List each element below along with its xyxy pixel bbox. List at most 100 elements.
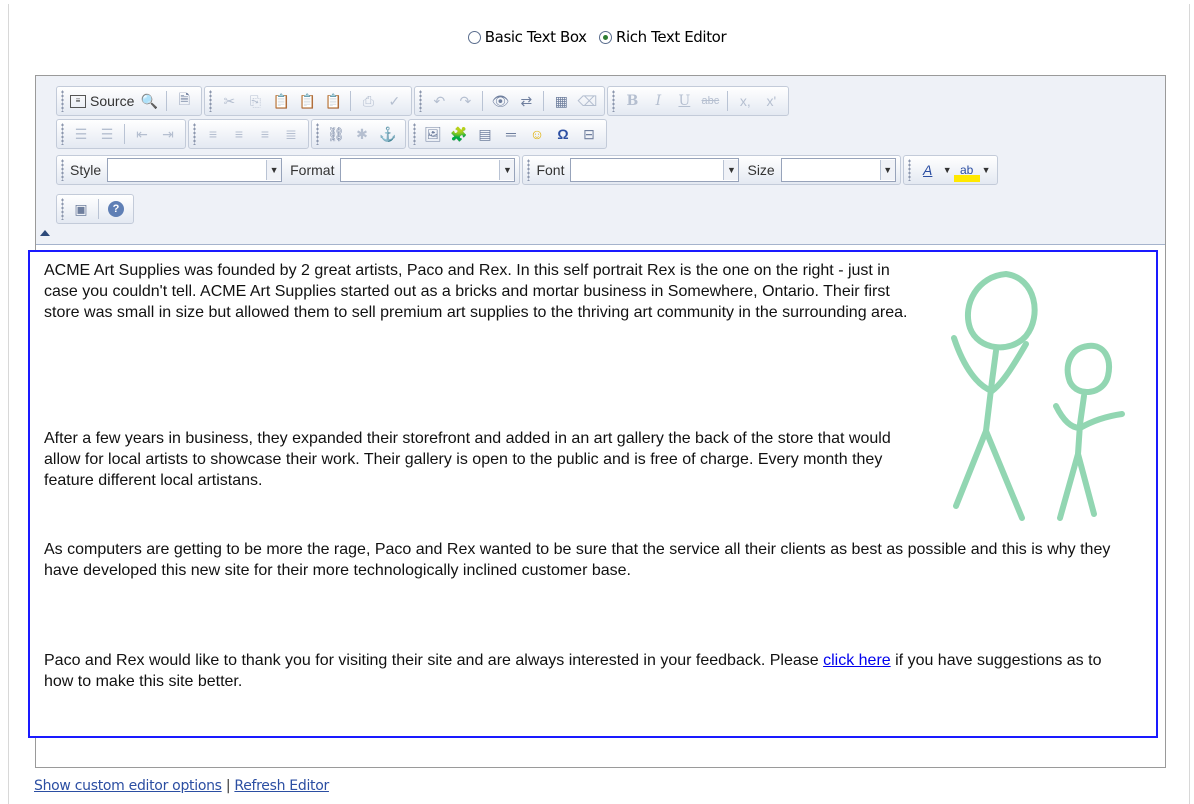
flash-icon: 🧩 [450, 125, 468, 142]
numbered-list-button[interactable]: ☰ [68, 122, 94, 146]
justify-button[interactable]: ≣ [278, 122, 304, 146]
chevron-down-icon[interactable]: ▼ [499, 160, 515, 180]
image-button[interactable]: 🖼 [420, 122, 446, 146]
remove-format-button[interactable]: ⌫ [574, 89, 600, 113]
toolbar-grip[interactable] [209, 90, 213, 112]
toolbar-grip[interactable] [316, 123, 319, 145]
font-group: Font ▼ Size ▼ [522, 155, 901, 185]
editor-content-area[interactable]: ACME Art Supplies was founded by 2 great… [28, 250, 1158, 738]
align-right-button[interactable]: ≡ [252, 122, 278, 146]
font-dropdown[interactable]: ▼ [570, 158, 740, 182]
help-button[interactable]: ? [103, 197, 129, 221]
toolbar-grip[interactable] [61, 90, 64, 112]
underline-button[interactable]: U [671, 89, 697, 113]
subscript-button[interactable]: x, [732, 89, 758, 113]
table-button[interactable]: ▤ [472, 122, 498, 146]
flash-button[interactable]: 🧩 [446, 122, 472, 146]
page-break-button[interactable]: ⊟ [576, 122, 602, 146]
align-left-button[interactable]: ≡ [200, 122, 226, 146]
superscript-button[interactable]: x' [758, 89, 784, 113]
toolbar-grip[interactable] [61, 198, 64, 220]
text-color-button[interactable]: A [915, 158, 941, 182]
indent-button[interactable]: ⇥ [155, 122, 181, 146]
toolbar-grip[interactable] [907, 159, 911, 181]
toolbar-separator [482, 91, 484, 111]
style-value [108, 160, 266, 180]
copy-button[interactable]: ⎘ [242, 89, 268, 113]
preview-button[interactable]: 🔍 [136, 89, 162, 113]
toolbar-grip[interactable] [527, 159, 531, 181]
spellcheck-button[interactable]: ✓ [381, 89, 407, 113]
format-label: Format [290, 162, 335, 178]
toolbar-row-3: Style ▼ Format ▼ Font ▼ Size ▼ A ▼ ab ▼ [56, 155, 1000, 185]
bulleted-list-button[interactable]: ☰ [94, 122, 120, 146]
chevron-down-icon[interactable]: ▼ [879, 160, 895, 180]
styles-group: Style ▼ Format ▼ [56, 155, 521, 185]
basic-text-box-radio[interactable] [467, 30, 481, 44]
print-button[interactable]: ⎙ [355, 89, 381, 113]
maximize-button[interactable]: ▣ [68, 197, 94, 221]
undo-button[interactable]: ↶ [426, 89, 452, 113]
paste-text-icon: 📋 [298, 92, 317, 109]
table-icon: ▤ [478, 125, 492, 142]
special-char-button[interactable]: Ω [550, 122, 576, 146]
show-custom-editor-options-link[interactable]: Show custom editor options [34, 778, 222, 794]
outdent-button[interactable]: ⇤ [129, 122, 155, 146]
link-button[interactable]: ⛓ [323, 122, 349, 146]
toolbar-separator [727, 91, 729, 111]
source-label: Source [90, 93, 135, 109]
paste-button[interactable]: 📋 [268, 89, 294, 113]
italic-button[interactable]: I [645, 89, 671, 113]
rex-legs [1057, 451, 1097, 521]
edit-group: ↶ ↷ 👁 ⇄ ▦ ⌫ [414, 86, 606, 116]
refresh-editor-link[interactable]: Refresh Editor [234, 778, 329, 794]
select-all-button[interactable]: ▦ [548, 89, 574, 113]
basic-text-box-option[interactable]: Basic Text Box [467, 28, 587, 46]
rich-text-editor-radio[interactable] [599, 30, 613, 44]
toolbar-grip[interactable] [193, 123, 196, 145]
format-dropdown[interactable]: ▼ [340, 158, 516, 182]
align-group: ≡ ≡ ≡ ≣ [188, 119, 309, 149]
toolbar-grip[interactable] [61, 123, 64, 145]
strikethrough-button[interactable]: abc [697, 89, 723, 113]
templates-button[interactable]: 🗎 [171, 89, 197, 113]
indent-icon: ⇥ [162, 125, 174, 142]
collapse-toolbar-icon[interactable] [40, 230, 50, 236]
rich-text-editor-option[interactable]: Rich Text Editor [599, 28, 727, 46]
background-color-button[interactable]: ab [953, 158, 980, 182]
click-here-link[interactable]: click here [823, 652, 891, 669]
bold-button[interactable]: B [619, 89, 645, 113]
cut-button[interactable]: ✂ [216, 89, 242, 113]
anchor-icon: ⚓ [379, 125, 397, 142]
smiley-button[interactable]: ☺ [524, 122, 550, 146]
toolbar-grip[interactable] [61, 159, 64, 181]
find-button[interactable]: 👁 [487, 89, 513, 113]
chevron-down-icon[interactable]: ▼ [723, 160, 739, 180]
size-dropdown[interactable]: ▼ [780, 158, 896, 182]
chevron-down-icon[interactable]: ▼ [941, 158, 954, 182]
list-group: ☰ ☰ ⇤ ⇥ [56, 119, 186, 149]
toolbar-grip[interactable] [612, 90, 616, 112]
toolbar-grip[interactable] [413, 123, 416, 145]
style-dropdown[interactable]: ▼ [107, 158, 283, 182]
tools-group: ▣ ? [56, 194, 134, 224]
anchor-button[interactable]: ⚓ [375, 122, 401, 146]
source-icon: ≡ [70, 94, 86, 108]
source-button[interactable]: ≡ Source [68, 89, 136, 113]
link-group: ⛓ ✱ ⚓ [311, 119, 406, 149]
redo-button[interactable]: ↷ [452, 89, 478, 113]
rex-arms [1053, 403, 1125, 431]
chevron-down-icon[interactable]: ▼ [980, 158, 993, 182]
unlink-button[interactable]: ✱ [349, 122, 375, 146]
paragraph-4-text: Paco and Rex would like to thank you for… [44, 652, 824, 669]
paste-word-button[interactable]: 📋 [320, 89, 346, 113]
toolbar-separator [543, 91, 545, 111]
align-center-button[interactable]: ≡ [226, 122, 252, 146]
paste-text-button[interactable]: 📋 [294, 89, 320, 113]
footer-separator: | [225, 778, 231, 794]
align-right-icon: ≡ [260, 126, 270, 142]
chevron-down-icon[interactable]: ▼ [266, 160, 282, 180]
replace-button[interactable]: ⇄ [513, 89, 539, 113]
horizontal-rule-button[interactable]: ═ [498, 122, 524, 146]
toolbar-grip[interactable] [419, 90, 423, 112]
